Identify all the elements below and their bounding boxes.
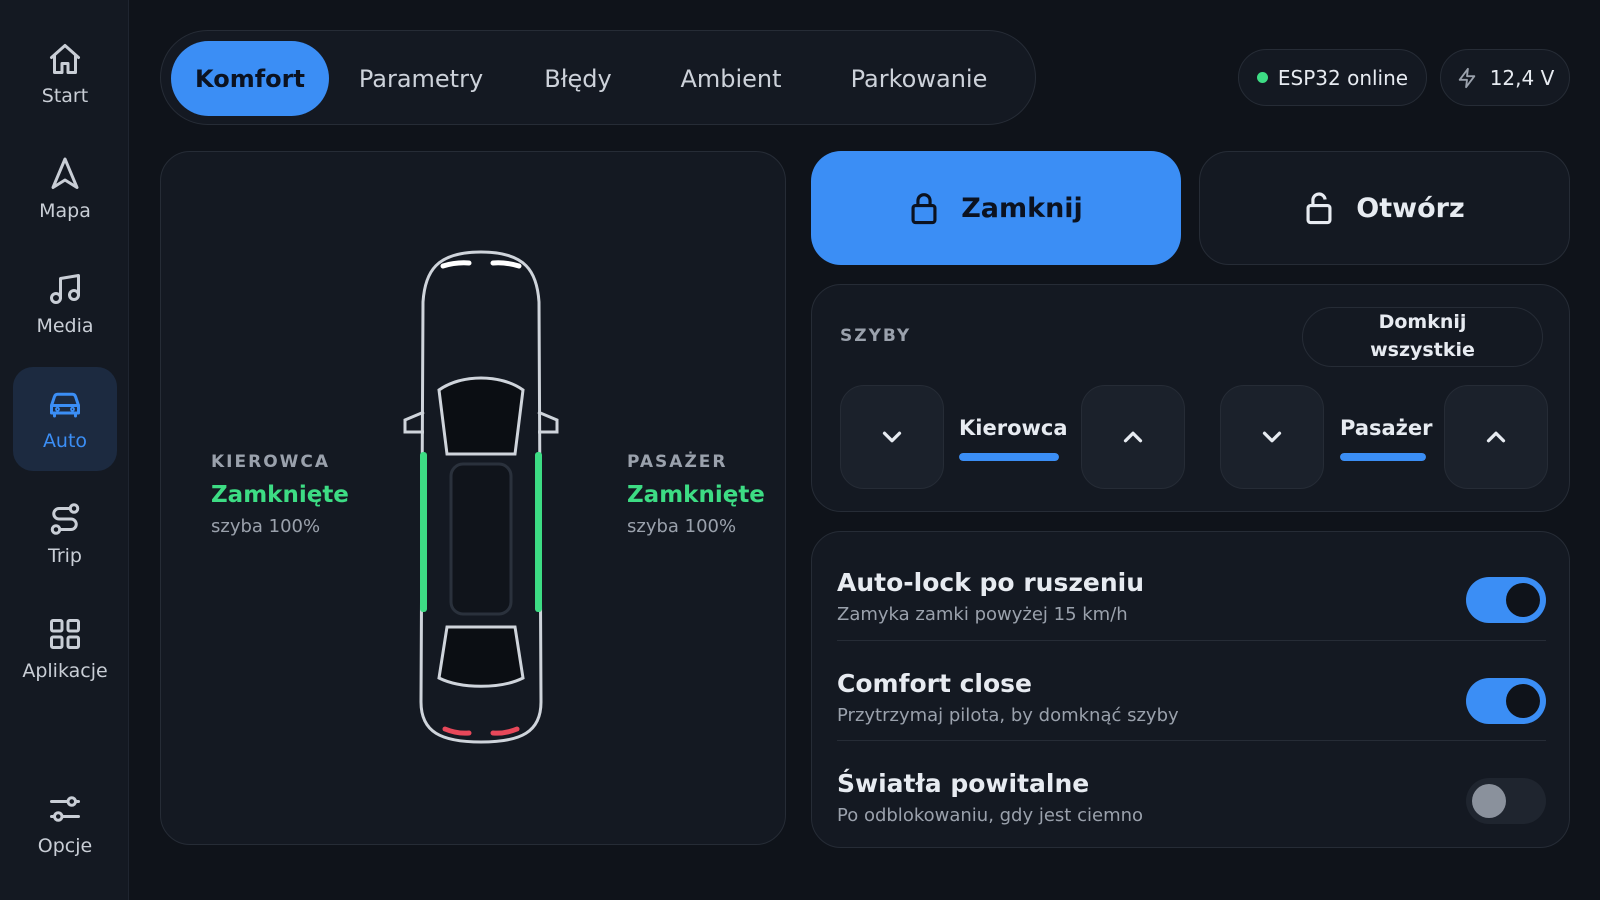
comfort-close-toggle[interactable] <box>1466 678 1546 724</box>
tab-parametry[interactable]: Parametry <box>341 41 501 116</box>
comfort-settings-panel: Auto-lock po ruszeniu Zamyka zamki powyż… <box>811 531 1570 848</box>
home-icon <box>50 44 80 74</box>
passenger-window-up-button[interactable] <box>1444 385 1548 489</box>
sidebar-item-label: Aplikacje <box>22 660 108 682</box>
car-top-view-illustration <box>403 250 559 744</box>
sidebar-item-label: Mapa <box>39 200 91 222</box>
driver-state: Zamknięte <box>211 482 349 508</box>
tab-bar: Komfort Parametry Błędy Ambient Parkowan… <box>160 30 1036 125</box>
passenger-window-indicator <box>535 452 542 612</box>
setting-title: Auto-lock po ruszeniu <box>837 568 1144 597</box>
driver-window-level: szyba 100% <box>211 516 321 537</box>
sidebar-item-label: Media <box>36 315 94 337</box>
lock-button-label: Zamknij <box>961 192 1083 224</box>
setting-welcome-lights: Światła powitalne Po odblokowaniu, gdy j… <box>837 740 1546 840</box>
passenger-window-level: szyba 100% <box>627 516 737 537</box>
music-icon <box>50 274 80 304</box>
sliders-icon <box>50 796 80 822</box>
windows-panel: SZYBY Domknij wszystkie Kierowca Pasażer <box>811 284 1570 512</box>
driver-window-level-fill <box>959 453 1059 461</box>
passenger-window-label: Pasażer <box>1340 416 1433 440</box>
passenger-state: Zamknięte <box>627 482 765 508</box>
sidebar-item-label: Auto <box>42 430 88 452</box>
welcome-lights-toggle[interactable] <box>1466 778 1546 824</box>
chevron-up-icon <box>1123 431 1143 443</box>
sidebar-item-label: Trip <box>48 545 82 567</box>
passenger-window-level-bar <box>1340 453 1426 461</box>
setting-subtitle: Po odblokowaniu, gdy jest ciemno <box>837 805 1144 826</box>
toggle-knob <box>1472 784 1506 818</box>
unlock-icon <box>1306 192 1332 225</box>
tab-bledy[interactable]: Błędy <box>513 41 643 116</box>
sidebar-item-label: Start <box>41 85 89 107</box>
unlock-button[interactable]: Otwórz <box>1199 151 1570 265</box>
passenger-window-level-fill <box>1340 453 1426 461</box>
setting-auto-lock: Auto-lock po ruszeniu Zamyka zamki powyż… <box>837 540 1546 640</box>
driver-window-down-button[interactable] <box>840 385 944 489</box>
passenger-window-down-button[interactable] <box>1220 385 1324 489</box>
sidebar-item-start[interactable]: Start <box>13 22 117 126</box>
chevron-down-icon <box>1262 431 1282 443</box>
tab-parkowanie[interactable]: Parkowanie <box>819 41 1019 116</box>
driver-window-indicator <box>420 452 427 612</box>
close-all-windows-button[interactable]: Domknij wszystkie <box>1302 307 1543 367</box>
car-icon <box>50 392 80 418</box>
grid-icon <box>50 619 80 649</box>
connection-status-text: ESP32 online <box>1277 65 1409 90</box>
toggle-knob <box>1506 583 1540 617</box>
sidebar-item-media[interactable]: Media <box>13 252 117 356</box>
setting-comfort-close: Comfort close Przytrzymaj pilota, by dom… <box>837 640 1546 740</box>
sidebar: Start Mapa Media Auto Trip Aplikacje Opc… <box>0 0 129 900</box>
car-status-panel: KIEROWCA Zamknięte szyba 100% PASAŻER Za… <box>160 151 786 845</box>
sidebar-item-trip[interactable]: Trip <box>13 482 117 586</box>
passenger-heading: PASAŻER <box>627 452 728 472</box>
connection-status: ESP32 online <box>1238 49 1427 106</box>
sidebar-item-auto[interactable]: Auto <box>13 367 117 471</box>
driver-status: KIEROWCA Zamknięte szyba 100% <box>211 452 349 537</box>
sidebar-item-label: Opcje <box>37 835 93 857</box>
online-dot-icon <box>1256 72 1268 83</box>
sidebar-item-mapa[interactable]: Mapa <box>13 137 117 241</box>
bolt-icon <box>1458 67 1475 88</box>
chevron-down-icon <box>882 431 902 443</box>
tab-komfort[interactable]: Komfort <box>171 41 329 116</box>
toggle-knob <box>1506 684 1540 718</box>
chevron-up-icon <box>1486 431 1506 443</box>
lock-button[interactable]: Zamknij <box>811 151 1181 265</box>
setting-subtitle: Zamyka zamki powyżej 15 km/h <box>837 604 1128 625</box>
driver-window-label: Kierowca <box>959 416 1068 440</box>
voltage-text: 12,4 V <box>1489 65 1555 90</box>
sidebar-item-opcje[interactable]: Opcje <box>13 772 117 876</box>
driver-heading: KIEROWCA <box>211 452 331 472</box>
unlock-button-label: Otwórz <box>1356 192 1465 224</box>
windows-title: SZYBY <box>840 326 912 346</box>
auto-lock-toggle[interactable] <box>1466 577 1546 623</box>
driver-window-level-bar <box>959 453 1059 461</box>
setting-title: Comfort close <box>837 669 1033 698</box>
route-icon <box>50 503 80 535</box>
passenger-status: PASAŻER Zamknięte szyba 100% <box>627 452 765 537</box>
voltage-status: 12,4 V <box>1440 49 1570 106</box>
sidebar-item-aplikacje[interactable]: Aplikacje <box>13 597 117 701</box>
navigation-icon <box>51 157 79 189</box>
setting-subtitle: Przytrzymaj pilota, by domknąć szyby <box>837 705 1179 726</box>
setting-title: Światła powitalne <box>837 769 1090 798</box>
lock-icon <box>911 193 937 225</box>
driver-window-up-button[interactable] <box>1081 385 1185 489</box>
tab-ambient[interactable]: Ambient <box>655 41 807 116</box>
